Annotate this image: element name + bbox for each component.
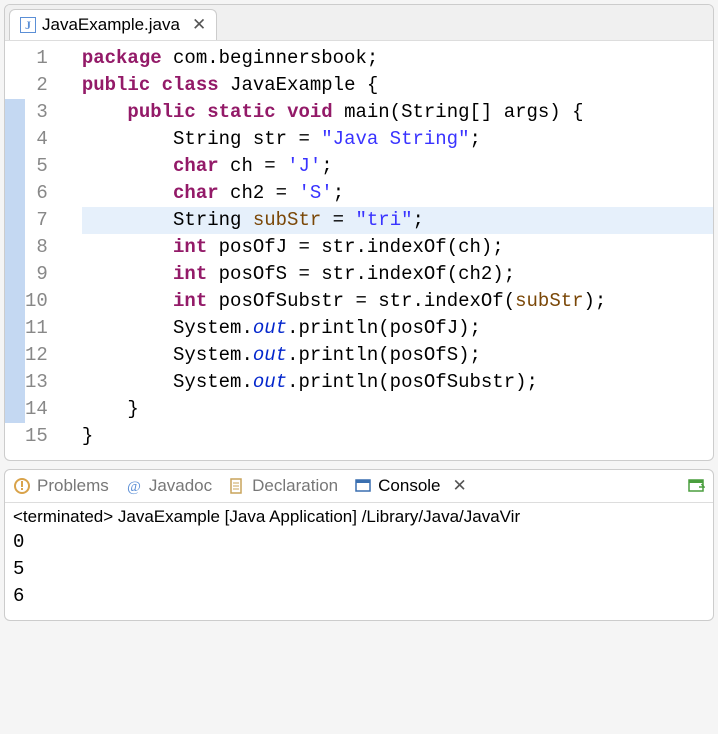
line-number: 13	[25, 369, 48, 396]
breakpoint-marker[interactable]	[5, 261, 25, 288]
tab-javadoc[interactable]: @ Javadoc	[125, 476, 212, 496]
code-line[interactable]: System.out.println(posOfJ);	[82, 315, 713, 342]
code-line[interactable]: }	[82, 423, 713, 450]
code-line[interactable]: char ch2 = 'S';	[82, 180, 713, 207]
breakpoint-marker[interactable]	[5, 126, 25, 153]
code-line[interactable]: public class JavaExample {	[82, 72, 713, 99]
console-output[interactable]: 056	[5, 527, 713, 620]
line-number: 3	[25, 99, 48, 126]
breakpoint-marker[interactable]	[5, 180, 25, 207]
problems-icon	[13, 477, 31, 495]
code-line[interactable]: char ch = 'J';	[82, 153, 713, 180]
line-number: 5	[25, 153, 48, 180]
console-toolbar	[687, 477, 705, 495]
tab-problems-label: Problems	[37, 476, 109, 496]
tab-javadoc-label: Javadoc	[149, 476, 212, 496]
breakpoint-marker[interactable]	[5, 369, 25, 396]
breakpoint-marker[interactable]	[5, 72, 25, 99]
code-line[interactable]: System.out.println(posOfS);	[82, 342, 713, 369]
marker-column	[5, 45, 25, 450]
line-number: 6	[25, 180, 48, 207]
line-number: 15	[25, 423, 48, 450]
breakpoint-marker[interactable]	[5, 423, 25, 450]
pin-console-icon[interactable]	[687, 477, 705, 495]
breakpoint-marker[interactable]	[5, 288, 25, 315]
bottom-panel: Problems @ Javadoc Declaration Console ✕	[4, 469, 714, 621]
tab-problems[interactable]: Problems	[13, 476, 109, 496]
line-number-gutter: 123456789101112131415	[25, 45, 58, 450]
editor-tab-label: JavaExample.java	[42, 15, 180, 35]
line-number: 8	[25, 234, 48, 261]
breakpoint-marker[interactable]	[5, 207, 25, 234]
line-number: 1	[25, 45, 48, 72]
editor-panel: J JavaExample.java ✕ 1234567891011121314…	[4, 4, 714, 461]
line-number: 9	[25, 261, 48, 288]
line-number: 11	[25, 315, 48, 342]
breakpoint-marker[interactable]	[5, 315, 25, 342]
svg-text:@: @	[127, 479, 141, 495]
line-number: 2	[25, 72, 48, 99]
tab-declaration[interactable]: Declaration	[228, 476, 338, 496]
breakpoint-marker[interactable]	[5, 396, 25, 423]
javadoc-icon: @	[125, 477, 143, 495]
bottom-tab-bar: Problems @ Javadoc Declaration Console ✕	[5, 470, 713, 503]
java-file-icon: J	[20, 17, 36, 33]
console-status: <terminated> JavaExample [Java Applicati…	[5, 503, 713, 527]
breakpoint-marker[interactable]	[5, 234, 25, 261]
tab-declaration-label: Declaration	[252, 476, 338, 496]
code-line[interactable]: System.out.println(posOfSubstr);	[82, 369, 713, 396]
editor-tab-bar: J JavaExample.java ✕	[5, 5, 713, 41]
line-number: 12	[25, 342, 48, 369]
code-content[interactable]: package com.beginnersbook;public class J…	[78, 45, 713, 450]
fold-column	[58, 45, 78, 450]
breakpoint-marker[interactable]	[5, 99, 25, 126]
code-editor[interactable]: 123456789101112131415 package com.beginn…	[5, 41, 713, 460]
editor-tab[interactable]: J JavaExample.java ✕	[9, 9, 217, 40]
close-tab-icon[interactable]: ✕	[192, 15, 206, 35]
tab-console[interactable]: Console ✕	[354, 476, 467, 496]
code-line[interactable]: int posOfJ = str.indexOf(ch);	[82, 234, 713, 261]
line-number: 7	[25, 207, 48, 234]
code-line[interactable]: package com.beginnersbook;	[82, 45, 713, 72]
breakpoint-marker[interactable]	[5, 153, 25, 180]
declaration-icon	[228, 477, 246, 495]
code-line[interactable]: }	[82, 396, 713, 423]
line-number: 10	[25, 288, 48, 315]
close-console-icon[interactable]: ✕	[453, 476, 467, 496]
console-output-line: 5	[13, 556, 705, 583]
code-line[interactable]: public static void main(String[] args) {	[82, 99, 713, 126]
breakpoint-marker[interactable]	[5, 342, 25, 369]
console-output-line: 0	[13, 529, 705, 556]
console-output-line: 6	[13, 583, 705, 610]
code-line[interactable]: String subStr = "tri";	[82, 207, 713, 234]
line-number: 4	[25, 126, 48, 153]
code-line[interactable]: int posOfS = str.indexOf(ch2);	[82, 261, 713, 288]
breakpoint-marker[interactable]	[5, 45, 25, 72]
code-line[interactable]: int posOfSubstr = str.indexOf(subStr);	[82, 288, 713, 315]
code-line[interactable]: String str = "Java String";	[82, 126, 713, 153]
tab-console-label: Console	[378, 476, 440, 496]
line-number: 14	[25, 396, 48, 423]
console-icon	[354, 477, 372, 495]
